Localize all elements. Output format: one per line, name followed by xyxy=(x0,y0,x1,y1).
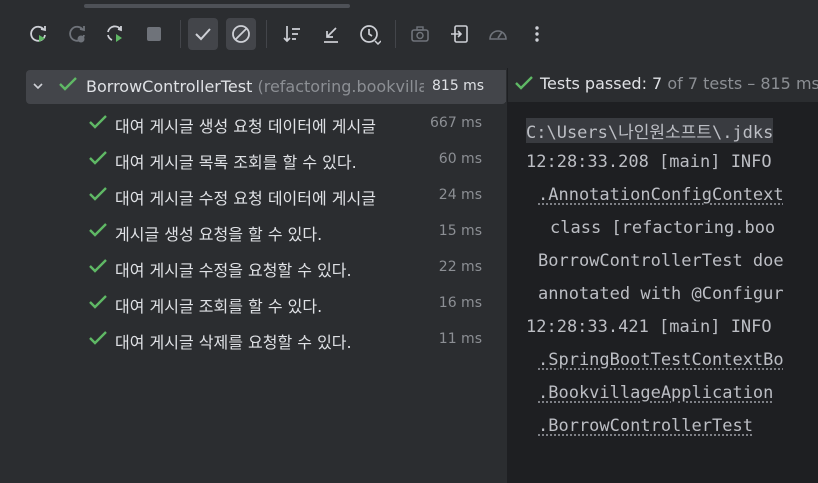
toolbar-separator xyxy=(395,20,396,48)
import-tests-button[interactable] xyxy=(444,18,474,50)
console-panel: Tests passed: 7 of 7 tests – 815 ms C:\U… xyxy=(508,68,818,483)
tests-total: of 7 tests – 815 ms xyxy=(667,74,818,93)
suite-duration: 815 ms xyxy=(432,78,485,94)
root-suite-label: BorrowControllerTest (refactoring.bookvi… xyxy=(86,77,428,96)
rerun-failed-icon xyxy=(69,25,85,43)
console-line: C:\Users\나인원소프트\.jdks xyxy=(526,118,774,143)
more-vertical-icon xyxy=(535,26,539,42)
coverage-button[interactable] xyxy=(483,18,513,50)
console-line[interactable]: .AnnotationConfigContext xyxy=(538,185,784,205)
console-line[interactable]: .SpringBootTestContextBo xyxy=(538,350,784,370)
checkmark-icon xyxy=(195,28,211,41)
show-passed-button[interactable] xyxy=(188,18,218,50)
passed-check-icon xyxy=(88,186,108,206)
suite-name: BorrowControllerTest xyxy=(86,77,253,96)
passed-check-icon xyxy=(58,76,78,96)
console-line[interactable]: .BookvillageApplication xyxy=(538,383,773,403)
collapse-button[interactable] xyxy=(316,18,346,50)
test-duration: 16 ms xyxy=(438,295,482,311)
passed-check-icon xyxy=(515,76,533,90)
import-icon xyxy=(451,25,468,43)
passed-check-icon xyxy=(88,294,108,314)
passed-check-icon xyxy=(88,150,108,170)
test-item-name[interactable]: 대여 게시글 조회를 할 수 있다. xyxy=(115,293,431,317)
gauge-icon xyxy=(489,30,507,40)
suite-package: (refactoring.bookvilla xyxy=(257,77,429,96)
toolbar-separator xyxy=(266,20,267,48)
passed-check-icon xyxy=(88,114,108,134)
console-line: 12:28:33.421 [main] INFO xyxy=(526,317,772,337)
stop-button[interactable] xyxy=(139,18,169,50)
clock-icon xyxy=(360,25,381,45)
more-options-button[interactable] xyxy=(522,18,552,50)
show-ignored-button[interactable] xyxy=(226,18,256,50)
test-duration: 22 ms xyxy=(438,259,482,275)
test-item-name[interactable]: 대여 게시글 목록 조회를 할 수 있다. xyxy=(115,149,431,173)
test-item-name[interactable]: 대여 게시글 수정을 요청할 수 있다. xyxy=(115,257,431,281)
history-button[interactable] xyxy=(355,18,385,50)
tests-passed-count: Tests passed: 7 xyxy=(540,74,663,93)
screenshot-button[interactable] xyxy=(405,18,435,50)
sort-button[interactable] xyxy=(277,18,307,50)
sort-icon xyxy=(283,26,300,43)
passed-check-icon xyxy=(88,330,108,350)
toolbar-separator xyxy=(180,20,181,48)
rerun-failed-button[interactable] xyxy=(62,18,92,50)
console-line[interactable]: .BorrowControllerTest xyxy=(538,416,753,436)
rerun-icon xyxy=(30,25,46,42)
test-item-name[interactable]: 대여 게시글 생성 요청 데이터에 게시글 xyxy=(115,113,431,137)
collapse-icon xyxy=(324,27,338,43)
test-status-bar: Tests passed: 7 of 7 tests – 815 ms xyxy=(508,68,818,102)
toggle-auto-test-button[interactable] xyxy=(100,18,130,50)
test-duration: 60 ms xyxy=(438,151,482,167)
ignored-icon xyxy=(232,25,250,43)
test-item-name[interactable]: 대여 게시글 수정 요청 데이터에 게시글 xyxy=(115,185,431,209)
rerun-button[interactable] xyxy=(23,18,53,50)
toggle-auto-test-icon xyxy=(107,25,122,42)
console-line: annotated with @Configur xyxy=(538,284,784,304)
passed-check-icon xyxy=(88,222,108,242)
chevron-down-icon[interactable] xyxy=(32,77,44,96)
passed-check-icon xyxy=(88,258,108,278)
test-duration: 667 ms xyxy=(430,115,483,131)
test-runner-toolbar xyxy=(0,0,818,68)
tests-passed-summary: Tests passed: 7 of 7 tests – 815 ms xyxy=(540,74,818,93)
console-line: 12:28:33.208 [main] INFO xyxy=(526,152,772,172)
horizontal-scrollbar[interactable] xyxy=(84,4,350,8)
test-duration: 15 ms xyxy=(438,223,482,239)
test-item-name[interactable]: 대여 게시글 삭제를 요청할 수 있다. xyxy=(115,329,431,353)
camera-icon xyxy=(411,26,429,42)
console-line: class [refactoring.boo xyxy=(550,218,776,238)
test-item-name[interactable]: 게시글 생성 요청을 할 수 있다. xyxy=(115,221,431,245)
test-duration: 11 ms xyxy=(438,331,482,347)
test-duration: 24 ms xyxy=(438,187,482,203)
stop-icon xyxy=(147,27,161,41)
console-line: BorrowControllerTest doe xyxy=(538,251,784,271)
